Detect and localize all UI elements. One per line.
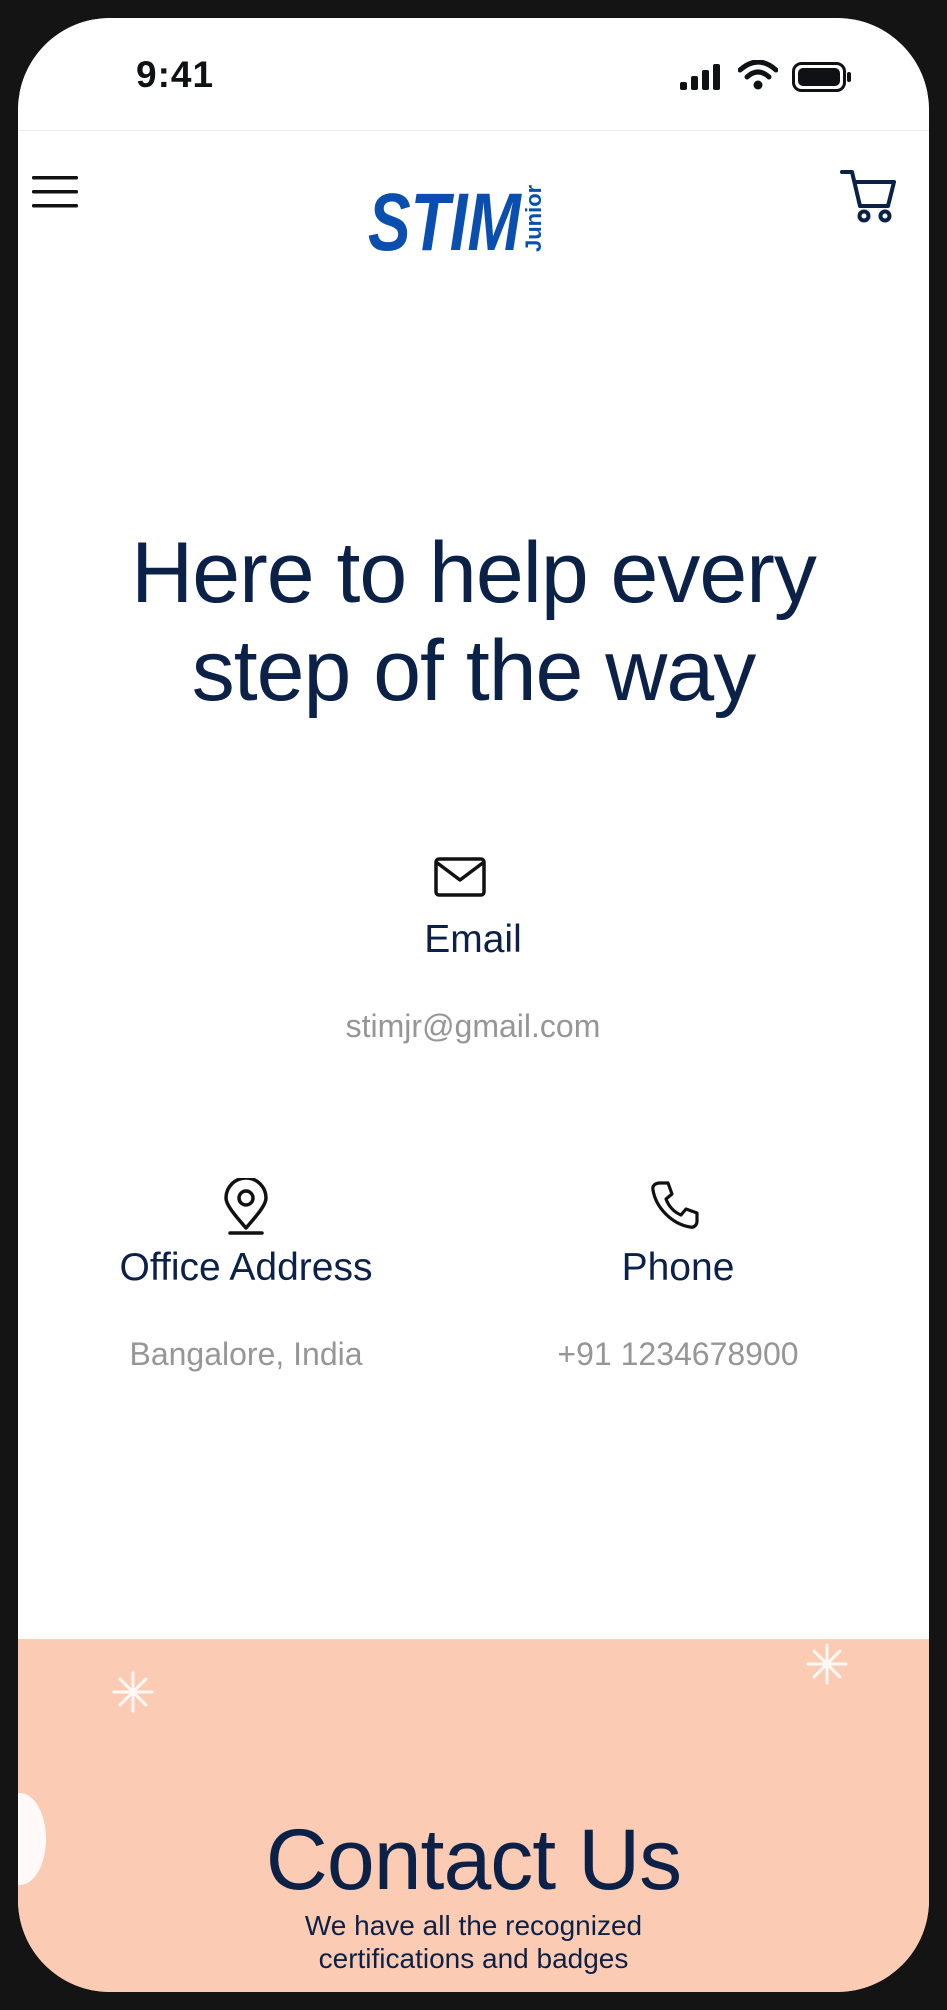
battery-icon <box>792 62 851 92</box>
contact-us-subtitle: We have all the recognized certification… <box>304 1910 643 1974</box>
svg-text:STIM: STIM <box>368 175 522 260</box>
stim-junior-logo[interactable]: STIM Junior <box>368 170 548 260</box>
map-pin-icon <box>224 1178 268 1235</box>
phone-screen: 9:41 STIM Junior Here to help every step… <box>18 18 929 1992</box>
sparkle-decoration <box>112 1671 154 1713</box>
office-address-value: Bangalore, India <box>129 1336 363 1372</box>
hero-headline: Here to help every step of the way <box>131 525 817 719</box>
contact-us-title: Contact Us <box>265 1812 682 1908</box>
email-value[interactable]: stimjr@gmail.com <box>283 1008 663 1045</box>
sparkle-decoration <box>806 1643 848 1685</box>
phone-label: Phone <box>621 1246 735 1289</box>
svg-text:Junior: Junior <box>521 184 546 252</box>
status-bar: 9:41 <box>18 18 929 131</box>
status-time: 9:41 <box>136 54 215 95</box>
contact-us-section: Contact Us We have all the recognized ce… <box>18 1639 929 1992</box>
top-navigation: STIM Junior <box>18 148 929 260</box>
office-address-label: Office Address <box>119 1246 373 1289</box>
hamburger-menu-icon[interactable] <box>32 172 80 212</box>
mail-icon <box>434 857 486 897</box>
device-frame: 9:41 STIM Junior Here to help every step… <box>0 0 947 2010</box>
cellular-signal-icon <box>680 64 720 90</box>
wifi-icon <box>738 60 778 90</box>
phone-value[interactable]: +91 1234678900 <box>498 1336 858 1373</box>
email-label: Email <box>424 918 522 961</box>
shopping-cart-icon[interactable] <box>840 166 898 224</box>
phone-icon <box>651 1181 699 1229</box>
